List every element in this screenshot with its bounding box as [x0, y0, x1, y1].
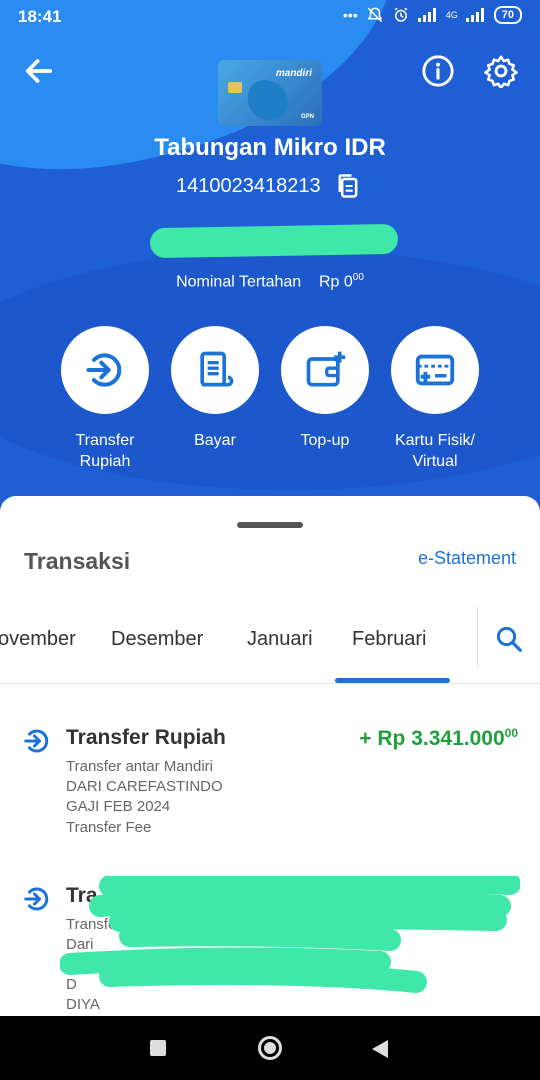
transaction-detail: DARI CAREFASTINDO [66, 778, 223, 795]
action-kartu-fisik-virtual[interactable]: Kartu Fisik/ Virtual [390, 326, 480, 472]
kartu-button[interactable] [391, 326, 479, 414]
action-transfer-rupiah[interactable]: Transfer Rupiah [60, 326, 150, 472]
transfer-button[interactable] [61, 326, 149, 414]
transfer-icon [86, 353, 122, 387]
held-amount-label: Nominal Tertahan [176, 273, 302, 291]
top-up-button[interactable] [281, 326, 369, 414]
account-number: 1410023418213 [176, 175, 321, 197]
gear-icon[interactable] [484, 54, 518, 88]
action-top-up[interactable]: Top-up [280, 326, 370, 451]
search-icon[interactable] [494, 624, 524, 654]
copy-icon[interactable] [334, 172, 362, 200]
bayar-button[interactable] [171, 326, 259, 414]
transaction-amount-cents: 00 [504, 726, 518, 740]
alarm-icon [394, 7, 408, 22]
bill-icon [200, 351, 234, 387]
status-time: 18:41 [18, 7, 62, 26]
signal-icon [417, 8, 436, 22]
transactions-title: Transaksi [24, 548, 131, 574]
held-amount-row: Nominal Tertahan Rp 000 [0, 272, 540, 291]
transaction-detail: Transfer antar Mandiri [66, 758, 213, 775]
redaction-scribble [60, 876, 520, 993]
battery-level: 70 [493, 6, 522, 24]
transaction-detail: GAJI FEB 2024 [66, 798, 171, 815]
redacted-balance [149, 223, 399, 259]
network-type: 4G [445, 10, 458, 20]
card-chip [228, 82, 242, 93]
action-label: Transfer Rupiah [75, 432, 135, 470]
card-network-logo: GPN [300, 114, 314, 120]
card-brand-logo: mandiri [275, 68, 312, 79]
month-tabs: ovember Desember Januari Februari [0, 604, 540, 684]
action-label: Bayar [194, 432, 236, 449]
signal-icon [465, 8, 484, 22]
recent-apps-button[interactable] [150, 1040, 166, 1056]
held-amount-value: Rp 0 [318, 273, 353, 291]
account-header: 18:41 ••• 4G 70 mandiri GPN Tabungan Mik… [0, 0, 540, 520]
info-icon[interactable] [421, 54, 455, 88]
drag-handle[interactable] [237, 522, 303, 528]
back-arrow-icon[interactable] [22, 54, 56, 88]
divider [477, 606, 478, 668]
transaction-detail: Transfer Fee [66, 819, 152, 836]
tab-november[interactable]: ovember [0, 628, 76, 651]
account-type-title: Tabungan Mikro IDR [154, 134, 386, 161]
action-label: Kartu Fisik/ Virtual [394, 432, 475, 470]
transaction-title: Transfer Rupiah [66, 726, 226, 749]
mute-icon [367, 7, 383, 23]
transaction-amount: + Rp 3.341.00000 [359, 726, 518, 751]
selected-tab-indicator [335, 678, 450, 683]
e-statement-link[interactable]: e-Statement [418, 548, 516, 569]
status-icons: ••• 4G 70 [343, 6, 522, 24]
transaction-amount-value: + Rp 3.341.000 [359, 727, 505, 750]
held-amount-cents: 00 [352, 272, 364, 283]
tab-januari[interactable]: Januari [247, 628, 313, 651]
debit-card-image: mandiri GPN [218, 60, 322, 126]
action-bayar[interactable]: Bayar [170, 326, 260, 451]
action-label: Top-up [300, 432, 350, 449]
tab-desember[interactable]: Desember [111, 628, 203, 651]
home-button[interactable] [258, 1036, 282, 1060]
wallet-plus-icon [306, 351, 346, 387]
system-nav-bar [0, 1016, 540, 1080]
tab-februari[interactable]: Februari [352, 628, 426, 651]
status-bar: 18:41 ••• 4G 70 [0, 0, 540, 34]
card-add-icon [415, 354, 455, 386]
card-artwork [248, 80, 288, 120]
system-back-button[interactable] [372, 1040, 388, 1058]
transaction-detail: DIYA [66, 996, 100, 1013]
notification-dots: ••• [343, 7, 358, 23]
transfer-in-icon [24, 729, 49, 753]
transfer-in-icon [24, 887, 49, 911]
